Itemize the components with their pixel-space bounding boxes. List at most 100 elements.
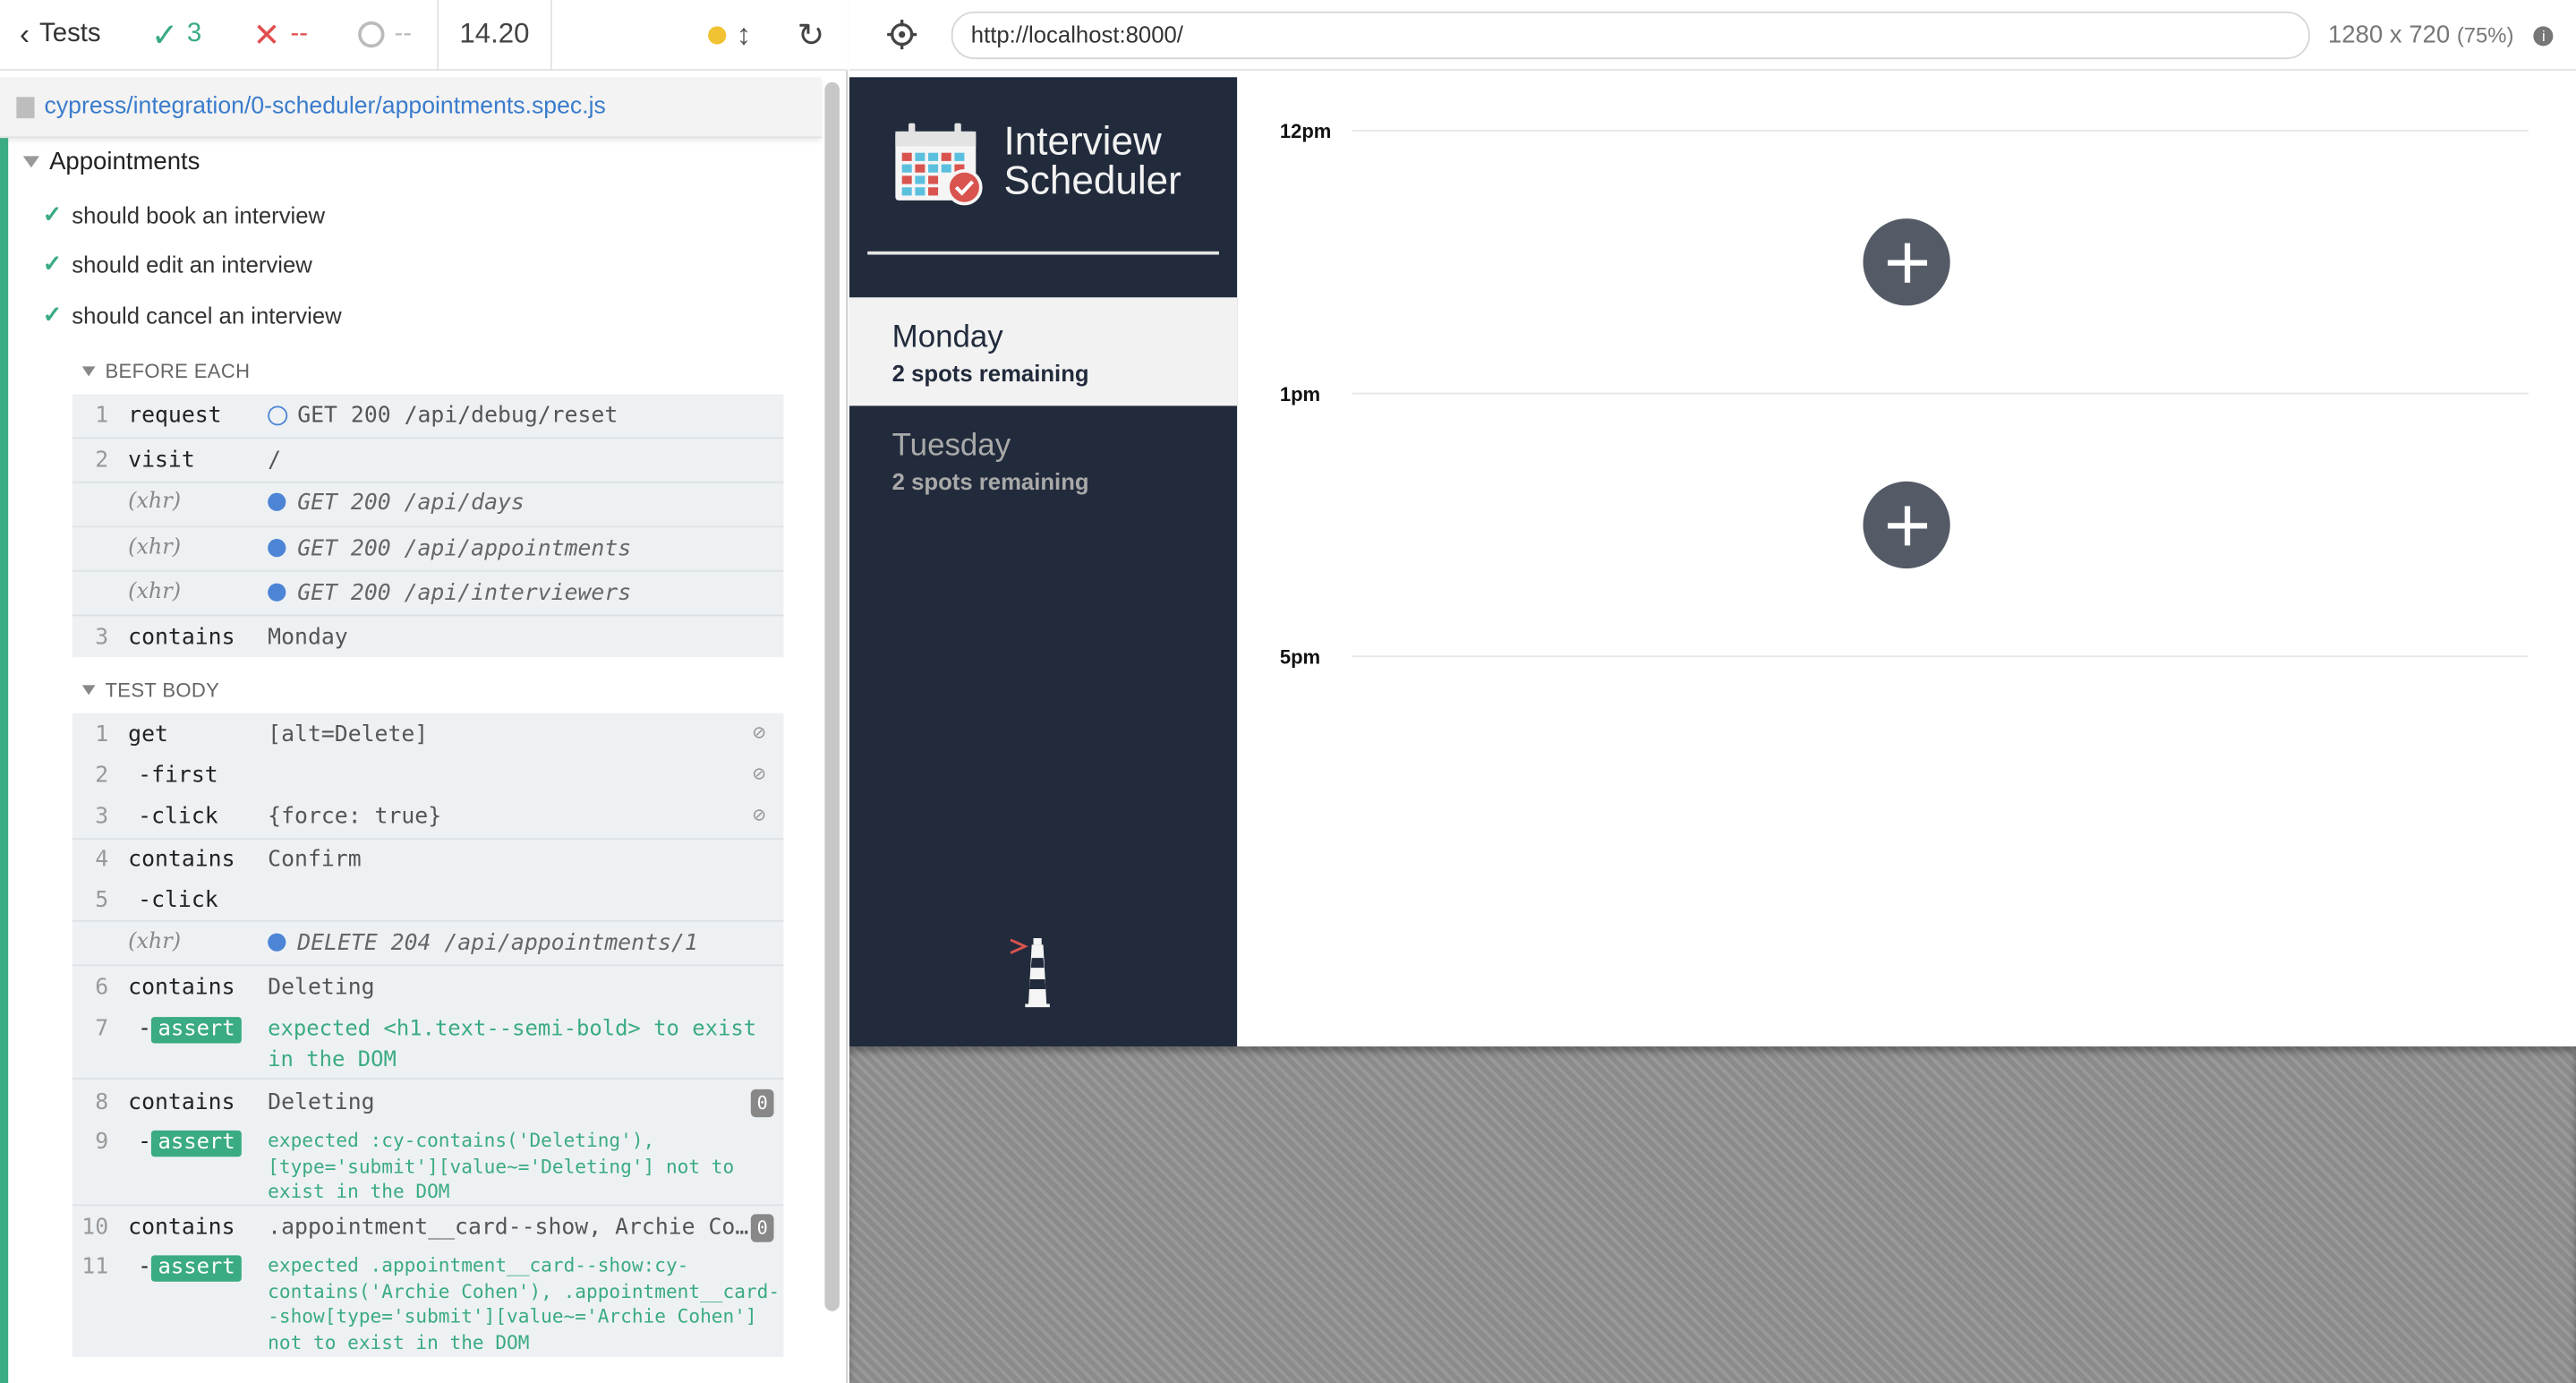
command-message: / bbox=[268, 447, 282, 474]
command-name: contains bbox=[128, 1088, 235, 1116]
command-name: -first bbox=[138, 762, 218, 790]
suite-title[interactable]: Appointments bbox=[22, 148, 200, 176]
divider bbox=[72, 1204, 784, 1207]
file-icon bbox=[16, 96, 35, 118]
command-number: 10 bbox=[81, 1214, 109, 1241]
command-message: .appointment__card--show, Archie Co… bbox=[268, 1214, 749, 1241]
caret-down-icon bbox=[81, 366, 96, 377]
test-title: should book an interview bbox=[72, 201, 326, 228]
schedule: 12pm 1pm 5pm bbox=[1237, 77, 2576, 1046]
divider bbox=[72, 481, 784, 483]
command-number: 2 bbox=[95, 447, 109, 474]
caret-down-icon bbox=[22, 156, 40, 168]
request-circle-icon bbox=[268, 406, 288, 426]
command-name: (xhr) bbox=[128, 579, 182, 605]
test-item[interactable]: ✓ should edit an interview bbox=[43, 250, 312, 277]
xhr-dot-icon bbox=[268, 539, 286, 558]
auto-scroll-toggle-icon[interactable]: ↕ bbox=[737, 18, 752, 53]
eye-slash-icon: ⊘ bbox=[752, 721, 766, 747]
command-name: contains bbox=[128, 1214, 235, 1241]
command-prefix: - bbox=[138, 1253, 152, 1280]
command-message: Monday bbox=[268, 624, 348, 651]
command-name: -click bbox=[138, 803, 218, 830]
command-prefix: - bbox=[138, 1128, 152, 1156]
check-icon: ✓ bbox=[42, 300, 63, 328]
command-message: {force: true} bbox=[268, 803, 442, 830]
slot-time-label: 12pm bbox=[1279, 119, 1332, 143]
element-count-badge: 0 bbox=[750, 1214, 774, 1242]
check-icon: ✓ bbox=[42, 249, 63, 277]
slot-time-label: 1pm bbox=[1279, 382, 1321, 406]
brand-line: Interview bbox=[1003, 119, 1162, 165]
command-message-text: GET 200 /api/interviewers bbox=[297, 579, 632, 607]
eye-slash-icon: ⊘ bbox=[752, 803, 766, 829]
suite-pass-indicator bbox=[0, 138, 9, 1383]
divider bbox=[72, 569, 784, 572]
xhr-dot-icon bbox=[268, 583, 286, 602]
assert-line: exist in the DOM bbox=[268, 1179, 450, 1203]
viewport-info: 1280 x 720 (75%) i bbox=[2328, 21, 2554, 49]
command-prefix: - bbox=[138, 1015, 152, 1042]
command-number: 3 bbox=[95, 803, 109, 830]
divider bbox=[72, 919, 784, 922]
assert-row[interactable]: 11 - assert expected .appointment__card--… bbox=[73, 1253, 784, 1355]
failed-value: -- bbox=[290, 20, 309, 48]
test-item[interactable]: ✓ should cancel an interview bbox=[43, 301, 342, 329]
command-number: 5 bbox=[95, 887, 109, 914]
command-name: - assert bbox=[138, 1253, 243, 1282]
divider bbox=[72, 525, 784, 528]
command-message: GET 200 /api/appointments bbox=[268, 535, 631, 562]
plus-icon bbox=[1887, 505, 1927, 545]
command-message: DELETE 204 /api/appointments/1 bbox=[268, 930, 698, 956]
xhr-dot-icon bbox=[268, 933, 286, 952]
command-message: GET 200 /api/debug/reset bbox=[268, 403, 618, 429]
day-list-item-monday[interactable]: Monday 2 spots remaining bbox=[849, 297, 1238, 406]
assert-row[interactable]: 9 - assert expected :cy-contains('Deletin… bbox=[73, 1129, 784, 1204]
spec-path-link[interactable]: cypress/integration/0-scheduler/appointm… bbox=[45, 94, 606, 120]
command-number: 3 bbox=[95, 624, 109, 651]
command-log-panel: ‹ Tests ✓ 3 ✕ -- -- 14.20 ↕ ↻ cypress/in… bbox=[0, 0, 849, 1383]
test-item[interactable]: ✓ should book an interview bbox=[43, 201, 325, 228]
command-name: contains bbox=[128, 974, 235, 1001]
command-name: - assert bbox=[138, 1128, 243, 1157]
assert-line: contains('Archie Cohen'), .appointment__… bbox=[268, 1278, 780, 1302]
calendar-logo-icon bbox=[895, 123, 983, 206]
command-log-scrollbar[interactable] bbox=[824, 81, 840, 1311]
passed-value: 3 bbox=[186, 20, 202, 48]
hook-label: BEFORE EACH bbox=[105, 359, 251, 383]
check-icon: ✓ bbox=[150, 17, 179, 54]
assert-line: expected <h1.text--semi-bold> to exist bbox=[268, 1017, 757, 1042]
aut-url-bar: http://localhost:8000/ 1280 x 720 (75%) … bbox=[849, 0, 2576, 71]
hook-before-each-header[interactable]: BEFORE EACH bbox=[81, 359, 251, 383]
chevron-left-icon: ‹ bbox=[20, 17, 30, 50]
hook-test-body-header[interactable]: TEST BODY bbox=[81, 679, 220, 702]
assert-tag: assert bbox=[151, 1130, 243, 1157]
sidebar-divider bbox=[867, 251, 1219, 255]
hook-label: TEST BODY bbox=[105, 679, 220, 702]
command-number: 1 bbox=[95, 402, 109, 430]
command-number: 8 bbox=[95, 1088, 109, 1116]
add-appointment-button[interactable] bbox=[1863, 481, 1950, 569]
day-list-item-tuesday[interactable]: Tuesday 2 spots remaining bbox=[849, 406, 1237, 514]
assert-row[interactable]: 7 - assert expected <h1.text--semi-bold> … bbox=[73, 1015, 784, 1080]
assert-message: expected <h1.text--semi-bold> to exist i… bbox=[268, 1014, 756, 1077]
check-icon: ✓ bbox=[42, 200, 63, 227]
command-number: 6 bbox=[95, 974, 109, 1001]
sidebar: Interview Scheduler Monday 2 spots remai… bbox=[849, 77, 1238, 1047]
passed-count: ✓ 3 bbox=[132, 0, 234, 70]
url-display[interactable]: http://localhost:8000/ bbox=[951, 11, 2310, 60]
xhr-dot-icon bbox=[268, 492, 286, 511]
command-message: GET 200 /api/interviewers bbox=[268, 580, 631, 606]
command-message: Confirm bbox=[268, 846, 362, 873]
scheduler-app: Interview Scheduler Monday 2 spots remai… bbox=[849, 77, 2576, 1047]
pending-count: -- bbox=[335, 0, 437, 70]
rerun-icon[interactable]: ↻ bbox=[798, 15, 825, 56]
tests-back-button[interactable]: ‹ Tests bbox=[0, 0, 132, 70]
info-icon[interactable]: i bbox=[2533, 26, 2554, 47]
divider bbox=[72, 614, 784, 617]
selector-playground-icon[interactable] bbox=[885, 18, 918, 51]
suite-title-text: Appointments bbox=[49, 148, 200, 176]
add-appointment-button[interactable] bbox=[1863, 218, 1950, 306]
command-number: 11 bbox=[81, 1253, 109, 1280]
spec-file-bar: cypress/integration/0-scheduler/appointm… bbox=[0, 77, 822, 139]
